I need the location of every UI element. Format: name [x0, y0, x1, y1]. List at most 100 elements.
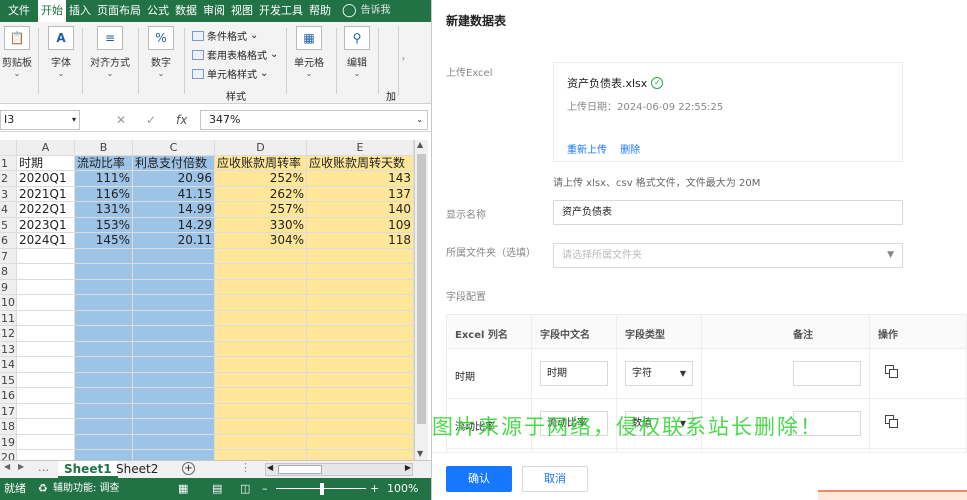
- tab-home[interactable]: 开始: [38, 0, 66, 22]
- grid-cell[interactable]: [133, 326, 215, 342]
- add-sheet-icon[interactable]: +: [182, 462, 195, 475]
- clipboard-group[interactable]: 📋 剪贴板 ⌄: [2, 26, 32, 78]
- column-header[interactable]: A: [17, 140, 75, 156]
- grid-cell[interactable]: [133, 434, 215, 450]
- grid-cell[interactable]: [17, 248, 75, 264]
- tab-review[interactable]: 审阅: [200, 0, 228, 22]
- grid-cell[interactable]: [75, 279, 133, 295]
- normal-view-icon[interactable]: ▦: [178, 478, 188, 500]
- grid-cell[interactable]: [133, 310, 215, 326]
- grid-cell[interactable]: 应收账款周转率: [215, 155, 307, 171]
- grid-cell[interactable]: [17, 450, 75, 460]
- row-header[interactable]: 16: [0, 388, 17, 404]
- cancel-icon[interactable]: ✕: [116, 110, 126, 130]
- grid-cell[interactable]: [307, 372, 414, 388]
- tab-view[interactable]: 视图: [228, 0, 256, 22]
- grid-cell[interactable]: 2021Q1: [17, 186, 75, 202]
- grid-cell[interactable]: 330%: [215, 217, 307, 233]
- grid-cell[interactable]: [307, 450, 414, 460]
- grid-cell[interactable]: [75, 264, 133, 280]
- grid-cell[interactable]: [75, 388, 133, 404]
- zoom-out-icon[interactable]: –: [262, 478, 268, 500]
- scroll-thumb[interactable]: [278, 465, 322, 474]
- row-header[interactable]: 14: [0, 357, 17, 373]
- grid-cell[interactable]: [17, 326, 75, 342]
- grid-cell[interactable]: 118: [307, 233, 414, 249]
- row-header[interactable]: 2: [0, 171, 17, 187]
- more-sheets-icon[interactable]: …: [38, 461, 49, 474]
- grid-cell[interactable]: 304%: [215, 233, 307, 249]
- accessibility-status[interactable]: 辅助功能: 调查: [53, 478, 120, 500]
- page-break-view-icon[interactable]: ◫: [240, 478, 250, 500]
- grid-cell[interactable]: 153%: [75, 217, 133, 233]
- tab-data[interactable]: 数据: [172, 0, 200, 22]
- grid-cell[interactable]: [215, 341, 307, 357]
- grid-cell[interactable]: [133, 264, 215, 280]
- grid-cell[interactable]: [133, 403, 215, 419]
- scroll-thumb[interactable]: [417, 154, 426, 424]
- grid-cell[interactable]: [133, 248, 215, 264]
- grid-cell[interactable]: [133, 388, 215, 404]
- column-header[interactable]: B: [75, 140, 133, 156]
- number-group[interactable]: % 数字 ⌄: [148, 26, 174, 78]
- grid-cell[interactable]: [75, 434, 133, 450]
- tab-formulas[interactable]: 公式: [144, 0, 172, 22]
- tab-developer[interactable]: 开发工具: [256, 0, 306, 22]
- grid-cell[interactable]: [75, 326, 133, 342]
- sheet-nav-right-icon[interactable]: ▶: [18, 462, 24, 471]
- grid-cell[interactable]: [75, 248, 133, 264]
- vertical-scrollbar[interactable]: ▲ ▼: [414, 140, 428, 460]
- alignment-group[interactable]: ≡ 对齐方式 ⌄: [90, 26, 130, 78]
- grid-cell[interactable]: [215, 434, 307, 450]
- row-header[interactable]: 18: [0, 419, 17, 435]
- grid-cell[interactable]: [75, 419, 133, 435]
- grid-cell[interactable]: 252%: [215, 171, 307, 187]
- grid-cell[interactable]: [17, 357, 75, 373]
- grid-cell[interactable]: 2024Q1: [17, 233, 75, 249]
- grid-cell[interactable]: 257%: [215, 202, 307, 218]
- grid-cell[interactable]: [17, 434, 75, 450]
- sheet-nav-left-icon[interactable]: ◀: [4, 462, 10, 471]
- grid-cell[interactable]: 利息支付倍数: [133, 155, 215, 171]
- grid-cell[interactable]: [215, 310, 307, 326]
- grid-cell[interactable]: [17, 403, 75, 419]
- scroll-down-icon[interactable]: ▼: [417, 449, 423, 458]
- grid-cell[interactable]: [75, 450, 133, 460]
- grid-cell[interactable]: [75, 310, 133, 326]
- grid-cell[interactable]: 时期: [17, 155, 75, 171]
- grid-cell[interactable]: [75, 295, 133, 311]
- display-name-input[interactable]: 资产负债表: [553, 200, 903, 225]
- row-header[interactable]: 7: [0, 248, 17, 264]
- delete-link[interactable]: 删除: [620, 145, 640, 156]
- grid-cell[interactable]: [307, 403, 414, 419]
- tell-me-search[interactable]: 告诉我: [361, 0, 391, 22]
- row-header[interactable]: 19: [0, 434, 17, 450]
- grid-cell[interactable]: 143: [307, 171, 414, 187]
- grid-cell[interactable]: [307, 388, 414, 404]
- column-header[interactable]: E: [307, 140, 414, 156]
- grid-cell[interactable]: [215, 419, 307, 435]
- row-header[interactable]: 12: [0, 326, 17, 342]
- grid-cell[interactable]: 14.29: [133, 217, 215, 233]
- grid-cell[interactable]: [215, 264, 307, 280]
- grid-cell[interactable]: 262%: [215, 186, 307, 202]
- font-group[interactable]: A 字体 ⌄: [48, 26, 74, 78]
- row-header[interactable]: 20: [0, 450, 17, 460]
- grid-cell[interactable]: 2022Q1: [17, 202, 75, 218]
- row-header[interactable]: 8: [0, 264, 17, 280]
- row-header[interactable]: 3: [0, 186, 17, 202]
- grid-cell[interactable]: [215, 357, 307, 373]
- grid-cell[interactable]: [75, 372, 133, 388]
- grid-cell[interactable]: [215, 295, 307, 311]
- scroll-up-icon[interactable]: ▲: [417, 140, 423, 149]
- scroll-right-icon[interactable]: ▶: [405, 463, 411, 472]
- copy-icon[interactable]: [885, 415, 899, 429]
- grid-cell[interactable]: [75, 403, 133, 419]
- row-header[interactable]: 5: [0, 217, 17, 233]
- grid-cell[interactable]: [307, 310, 414, 326]
- conditional-format-button[interactable]: 条件格式 ⌄: [192, 28, 258, 43]
- grid-cell[interactable]: [133, 357, 215, 373]
- cn-name-input[interactable]: 时期: [540, 361, 608, 386]
- row-header[interactable]: 4: [0, 202, 17, 218]
- formula-input[interactable]: 347% ⌄: [200, 110, 428, 130]
